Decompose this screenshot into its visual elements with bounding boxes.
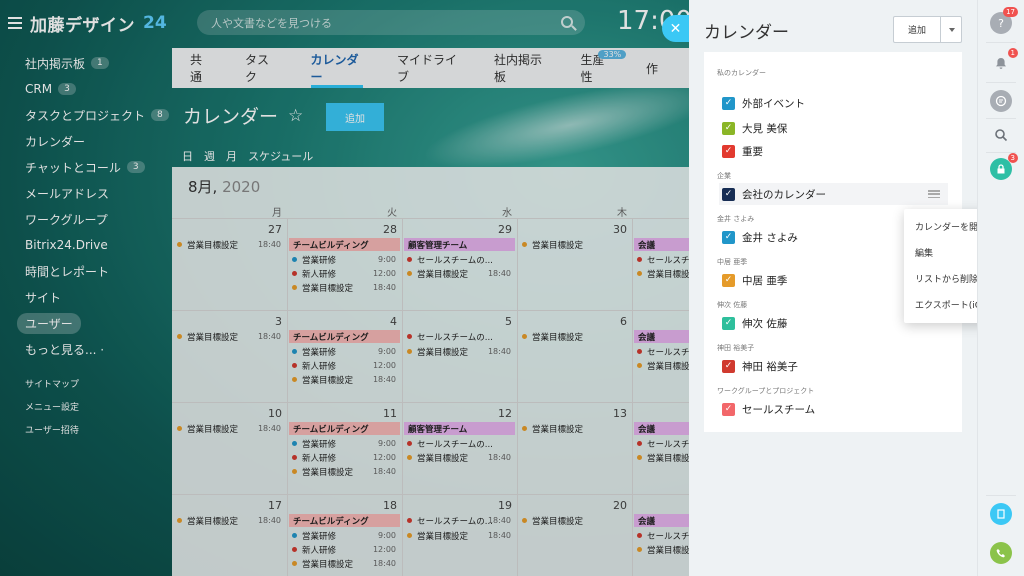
bell-icon[interactable]: 1 <box>990 48 1018 75</box>
section-label: 神田 裕美子 <box>717 344 755 352</box>
checkbox[interactable]: ✓ <box>722 144 735 158</box>
section-label: 中居 亜季 <box>717 258 748 266</box>
help-icon[interactable]: ? 17 <box>990 7 1018 34</box>
checkbox[interactable]: ✓ <box>722 316 735 330</box>
checkbox[interactable]: ✓ <box>722 230 735 244</box>
calendar-item-important[interactable]: ✓ 重要 <box>722 140 948 162</box>
calendar-item-kanda[interactable]: ✓ 神田 裕美子 <box>722 355 948 377</box>
section-label: 伸次 佐藤 <box>717 301 748 309</box>
section-label: 企業 <box>717 172 731 180</box>
calendar-item-external[interactable]: ✓ 外部イベント <box>722 92 948 114</box>
calendar-item-omi[interactable]: ✓ 大見 美保 <box>722 117 948 139</box>
panel-title: カレンダー <box>704 23 789 43</box>
chevron-down-icon[interactable] <box>949 27 955 32</box>
section-label: 私のカレンダー <box>717 69 766 77</box>
checkbox[interactable]: ✓ <box>722 273 735 287</box>
section-label: 金井 さよみ <box>717 215 755 223</box>
lock-icon[interactable]: 3 <box>990 153 1018 180</box>
checkbox[interactable]: ✓ <box>722 359 735 373</box>
menu-icon[interactable] <box>928 190 940 198</box>
checkbox[interactable]: ✓ <box>722 187 735 201</box>
section-label: ワークグループとプロジェクト <box>717 387 815 395</box>
right-toolbar: ? 17 1 3 <box>977 0 1024 576</box>
checkbox[interactable]: ✓ <box>722 96 735 110</box>
checkbox[interactable]: ✓ <box>722 402 735 416</box>
calendar-item-company[interactable]: ✓ 会社のカレンダー <box>719 183 948 205</box>
close-icon[interactable]: ✕ <box>662 15 689 42</box>
calendar-item-sales[interactable]: ✓ セールスチーム <box>722 398 948 420</box>
overlay-dim[interactable] <box>0 0 690 576</box>
document-icon[interactable] <box>990 503 1012 525</box>
chat-icon[interactable] <box>990 90 1012 112</box>
panel-add-button[interactable]: 追加 <box>893 16 962 43</box>
search-icon[interactable] <box>990 124 1012 146</box>
phone-icon[interactable] <box>990 542 1012 564</box>
checkbox[interactable]: ✓ <box>722 121 735 135</box>
